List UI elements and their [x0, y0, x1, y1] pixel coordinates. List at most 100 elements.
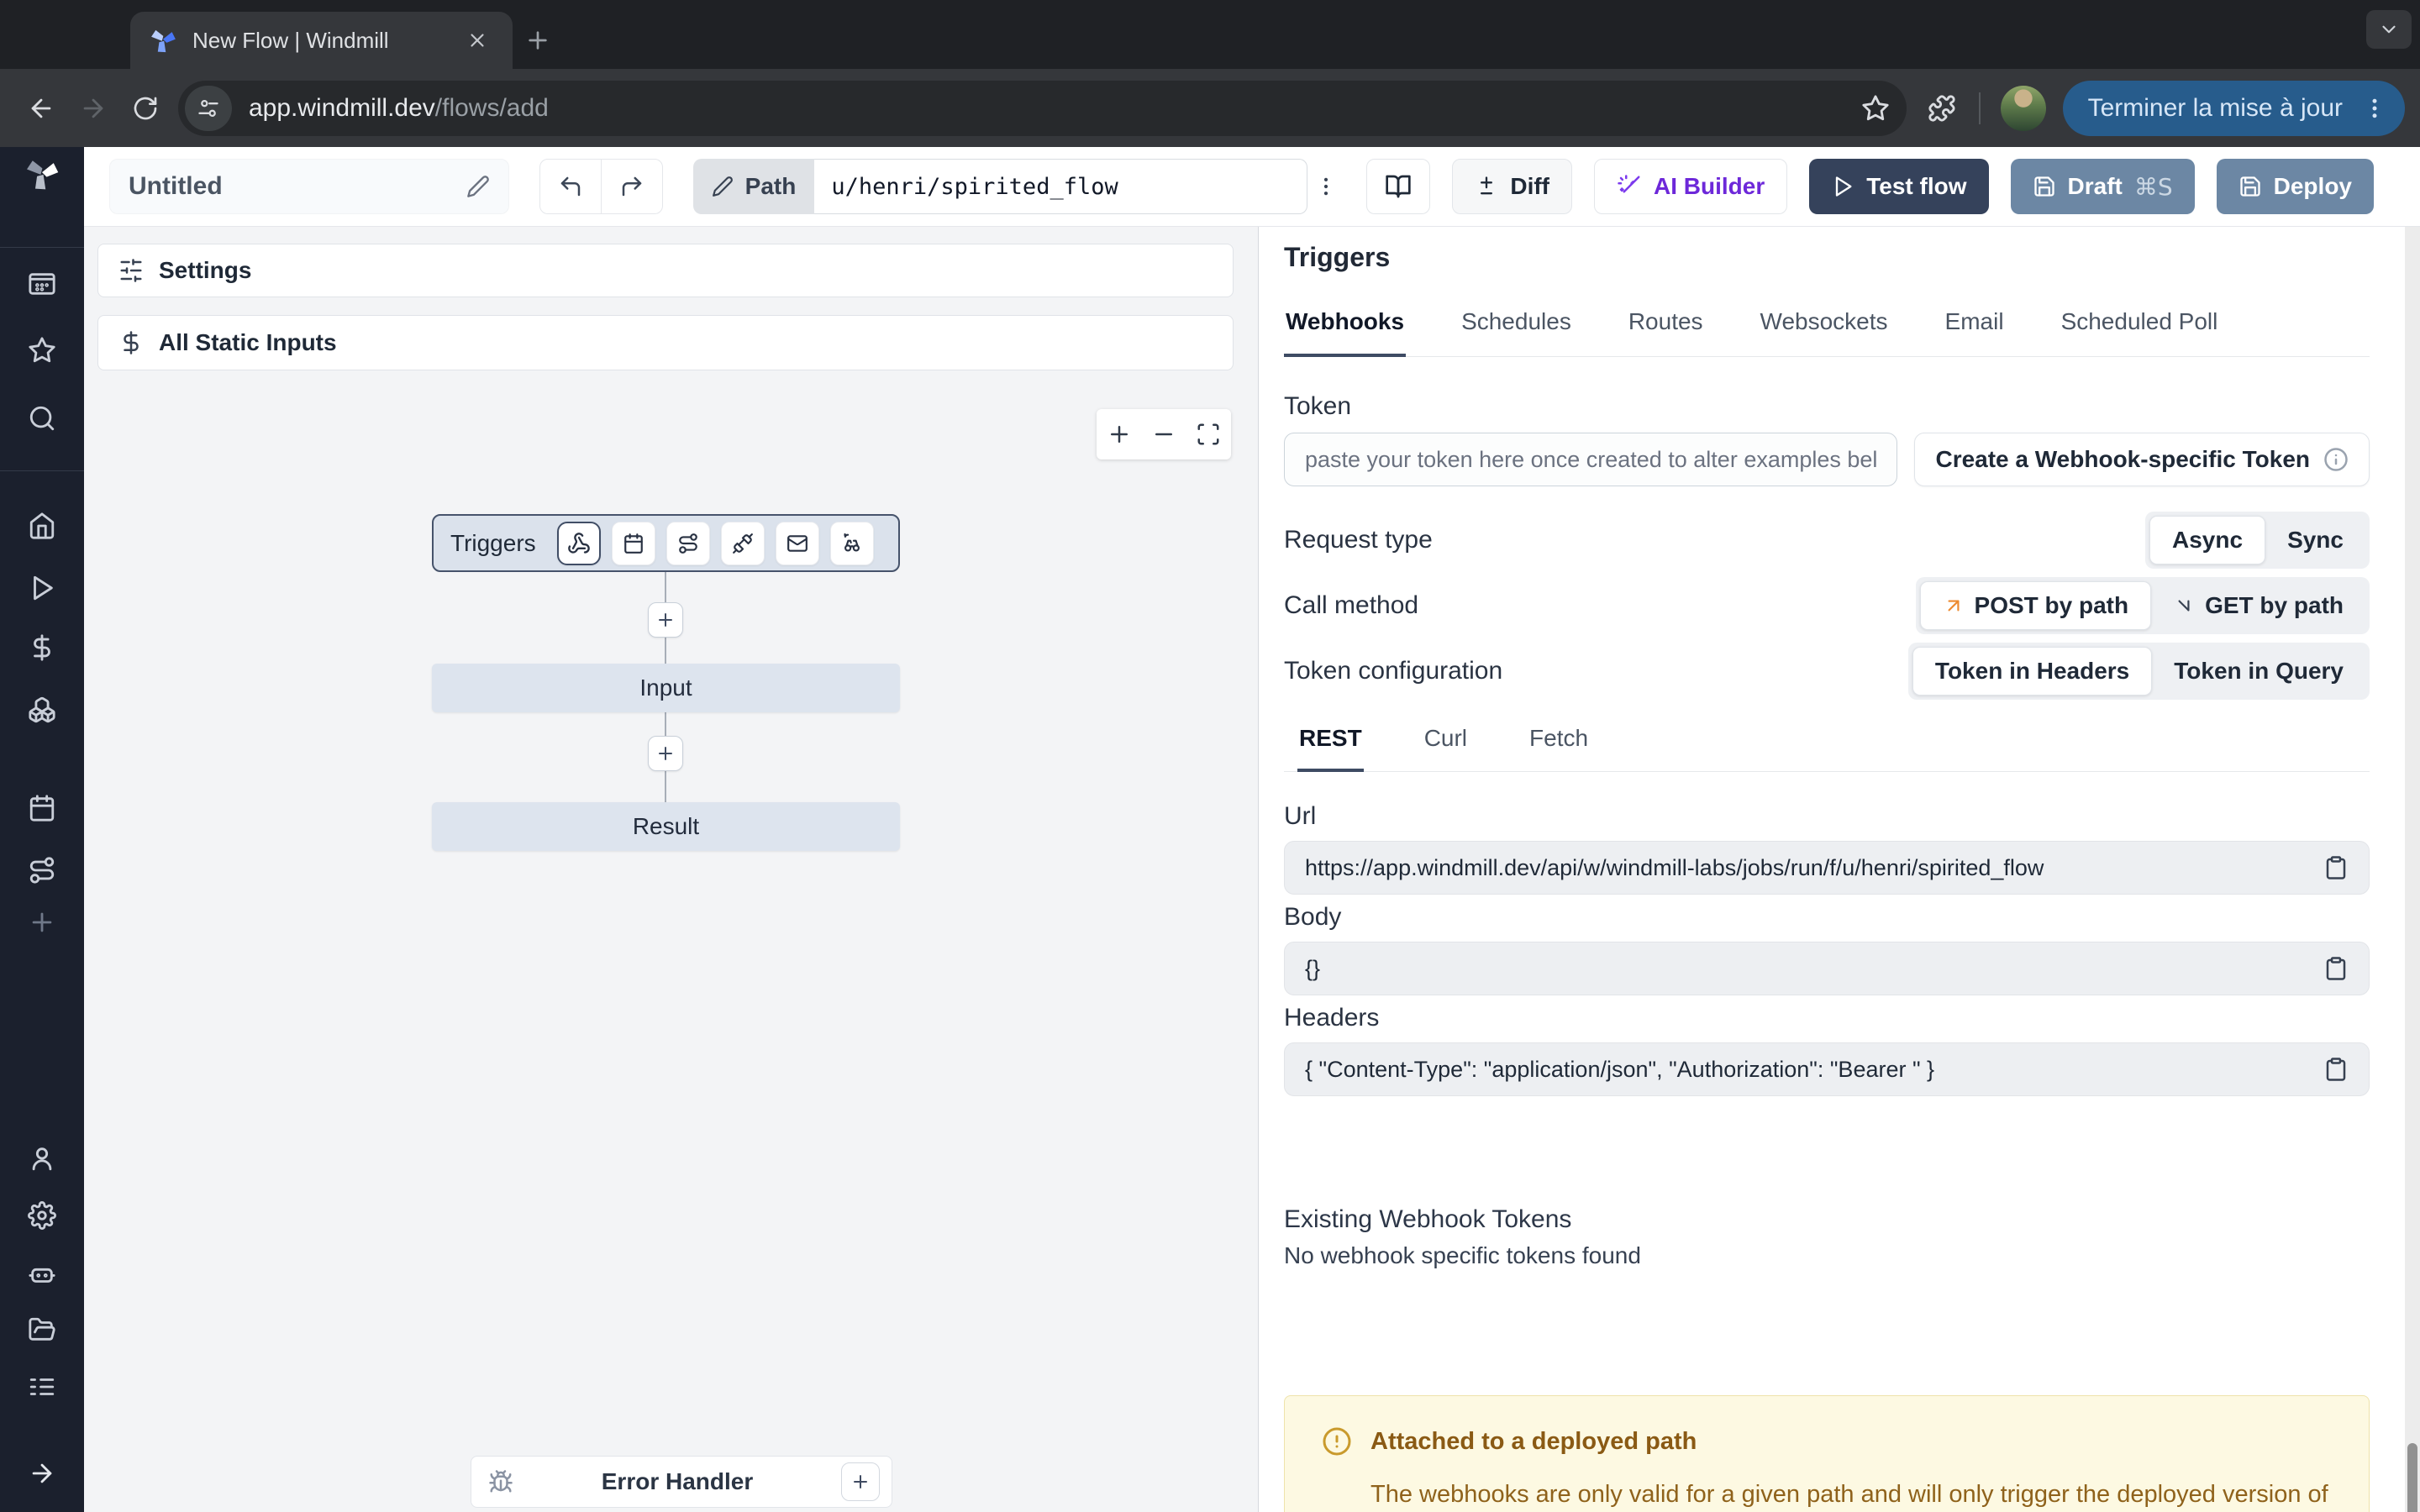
sidebar-item-workers[interactable] — [0, 1260, 84, 1289]
info-icon — [2323, 447, 2349, 472]
sidebar-item-home[interactable] — [0, 512, 84, 540]
tab-webhooks[interactable]: Webhooks — [1284, 308, 1406, 357]
webhook-trigger-icon[interactable] — [557, 522, 601, 565]
add-step-button[interactable] — [648, 736, 683, 771]
deploy-button[interactable]: Deploy — [2217, 159, 2374, 214]
copy-url-icon[interactable] — [2323, 855, 2349, 880]
sidebar-item-variables[interactable] — [0, 633, 84, 662]
sidebar-item-schedules[interactable] — [0, 794, 84, 822]
sidebar-item-users[interactable] — [0, 1144, 84, 1173]
copy-headers-icon[interactable] — [2323, 1057, 2349, 1082]
token-in-headers[interactable]: Token in Headers — [1912, 647, 2152, 696]
call-method-get[interactable]: GET by path — [2151, 581, 2365, 630]
browser-tabstrip: New Flow | Windmill — [0, 0, 2420, 69]
add-error-handler-button[interactable] — [841, 1462, 880, 1501]
fit-view-button[interactable] — [1187, 409, 1229, 459]
triggers-node-label: Triggers — [450, 530, 536, 557]
tab-fetch[interactable]: Fetch — [1528, 725, 1590, 771]
websocket-trigger-icon[interactable] — [721, 522, 765, 565]
triggers-node[interactable]: Triggers — [432, 514, 900, 572]
forward-button[interactable] — [67, 82, 119, 134]
more-options-kebab-icon[interactable] — [1307, 161, 1344, 212]
copy-body-icon[interactable] — [2323, 956, 2349, 981]
all-static-inputs-card[interactable]: All Static Inputs — [97, 315, 1234, 370]
sidebar-item-settings[interactable] — [0, 1201, 84, 1230]
request-type-toggle: Async Sync — [2145, 512, 2370, 569]
docs-book-button[interactable] — [1366, 159, 1430, 214]
browser-tab[interactable]: New Flow | Windmill — [130, 12, 513, 69]
sidebar-expand-arrow-icon[interactable] — [0, 1459, 84, 1488]
windmill-logo[interactable] — [0, 155, 84, 192]
zoom-in-button[interactable] — [1098, 409, 1140, 459]
sidebar-item-runs[interactable] — [0, 574, 84, 602]
test-flow-button[interactable]: Test flow — [1809, 159, 1988, 214]
token-input[interactable] — [1284, 433, 1897, 486]
sidebar-item-apps[interactable] — [0, 270, 84, 298]
finish-update-button[interactable]: Terminer la mise à jour — [2063, 81, 2405, 136]
error-handler-node[interactable]: Error Handler — [471, 1456, 892, 1508]
scheduled-poll-trigger-icon[interactable] — [830, 522, 874, 565]
route-trigger-icon[interactable] — [666, 522, 710, 565]
call-method-post[interactable]: POST by path — [1920, 581, 2152, 630]
request-type-async[interactable]: Async — [2149, 516, 2265, 564]
result-node[interactable]: Result — [432, 802, 900, 851]
back-button[interactable] — [15, 82, 67, 134]
panel-scrollbar[interactable] — [2405, 227, 2420, 1512]
request-type-sync[interactable]: Sync — [2265, 516, 2365, 564]
create-webhook-token-button[interactable]: Create a Webhook-specific Token — [1914, 433, 2370, 486]
sidebar-item-resources[interactable] — [0, 696, 84, 724]
draft-button[interactable]: Draft ⌘S — [2011, 159, 2195, 214]
tab-routes[interactable]: Routes — [1627, 308, 1705, 356]
browser-menu-icon[interactable] — [2356, 90, 2393, 127]
input-node[interactable]: Input — [432, 664, 900, 712]
edit-name-pencil-icon[interactable] — [466, 175, 490, 198]
zoom-out-button[interactable] — [1143, 409, 1185, 459]
sidebar-item-folders[interactable] — [0, 1315, 84, 1344]
address-bar[interactable]: app.windmill.dev/flows/add — [178, 81, 1907, 136]
tab-rest[interactable]: REST — [1297, 725, 1364, 772]
sidebar-item-audit-logs[interactable] — [0, 1373, 84, 1401]
sidebar-item-routes[interactable] — [0, 856, 84, 885]
tab-close-icon[interactable] — [460, 24, 494, 57]
flow-canvas[interactable]: Settings All Static Inputs Triggers — [84, 227, 1259, 1512]
new-tab-button[interactable] — [513, 12, 563, 69]
tab-schedules[interactable]: Schedules — [1460, 308, 1573, 356]
tab-email[interactable]: Email — [1944, 308, 2006, 356]
flow-settings-card[interactable]: Settings — [97, 244, 1234, 297]
profile-avatar[interactable] — [2001, 86, 2046, 131]
url-value[interactable]: https://app.windmill.dev/api/w/windmill-… — [1305, 855, 2310, 881]
tab-title: New Flow | Windmill — [192, 28, 445, 54]
triggers-panel: Triggers Webhooks Schedules Routes Webso… — [1259, 227, 2420, 1512]
body-value[interactable]: {} — [1305, 956, 2310, 982]
ai-builder-button[interactable]: AI Builder — [1594, 159, 1787, 214]
schedule-trigger-icon[interactable] — [612, 522, 655, 565]
path-chip[interactable]: Path — [693, 159, 815, 214]
diff-button[interactable]: Diff — [1452, 159, 1572, 214]
redo-button[interactable] — [601, 160, 661, 213]
headers-value[interactable]: { "Content-Type": "application/json", "A… — [1305, 1057, 2310, 1083]
token-label: Token — [1284, 392, 2370, 421]
reload-button[interactable] — [119, 82, 171, 134]
url-text[interactable]: app.windmill.dev/flows/add — [249, 94, 1861, 123]
sidebar-divider — [0, 470, 84, 471]
token-config-toggle: Token in Headers Token in Query — [1908, 643, 2370, 700]
token-in-query[interactable]: Token in Query — [2152, 647, 2365, 696]
tab-search-chevron-icon[interactable] — [2366, 10, 2412, 49]
email-trigger-icon[interactable] — [776, 522, 819, 565]
path-input[interactable]: u/henri/spirited_flow — [814, 159, 1307, 214]
sidebar-item-more[interactable] — [0, 908, 84, 937]
tab-websockets[interactable]: Websockets — [1759, 308, 1890, 356]
tab-scheduled-poll[interactable]: Scheduled Poll — [2060, 308, 2220, 356]
add-step-button[interactable] — [648, 602, 683, 638]
save-icon — [2238, 175, 2262, 198]
site-settings-icon[interactable] — [185, 86, 232, 131]
sidebar-item-favorites[interactable] — [0, 336, 84, 365]
flow-name-field[interactable]: Untitled — [109, 159, 509, 214]
undo-button[interactable] — [540, 160, 601, 213]
bookmark-star-icon[interactable] — [1861, 94, 1890, 123]
tab-curl[interactable]: Curl — [1423, 725, 1469, 771]
sidebar-item-search[interactable] — [0, 404, 84, 433]
extensions-icon[interactable] — [1917, 83, 1967, 134]
deployed-path-warning: Attached to a deployed path The webhooks… — [1284, 1395, 2370, 1512]
scrollbar-thumb[interactable] — [2407, 1443, 2417, 1512]
